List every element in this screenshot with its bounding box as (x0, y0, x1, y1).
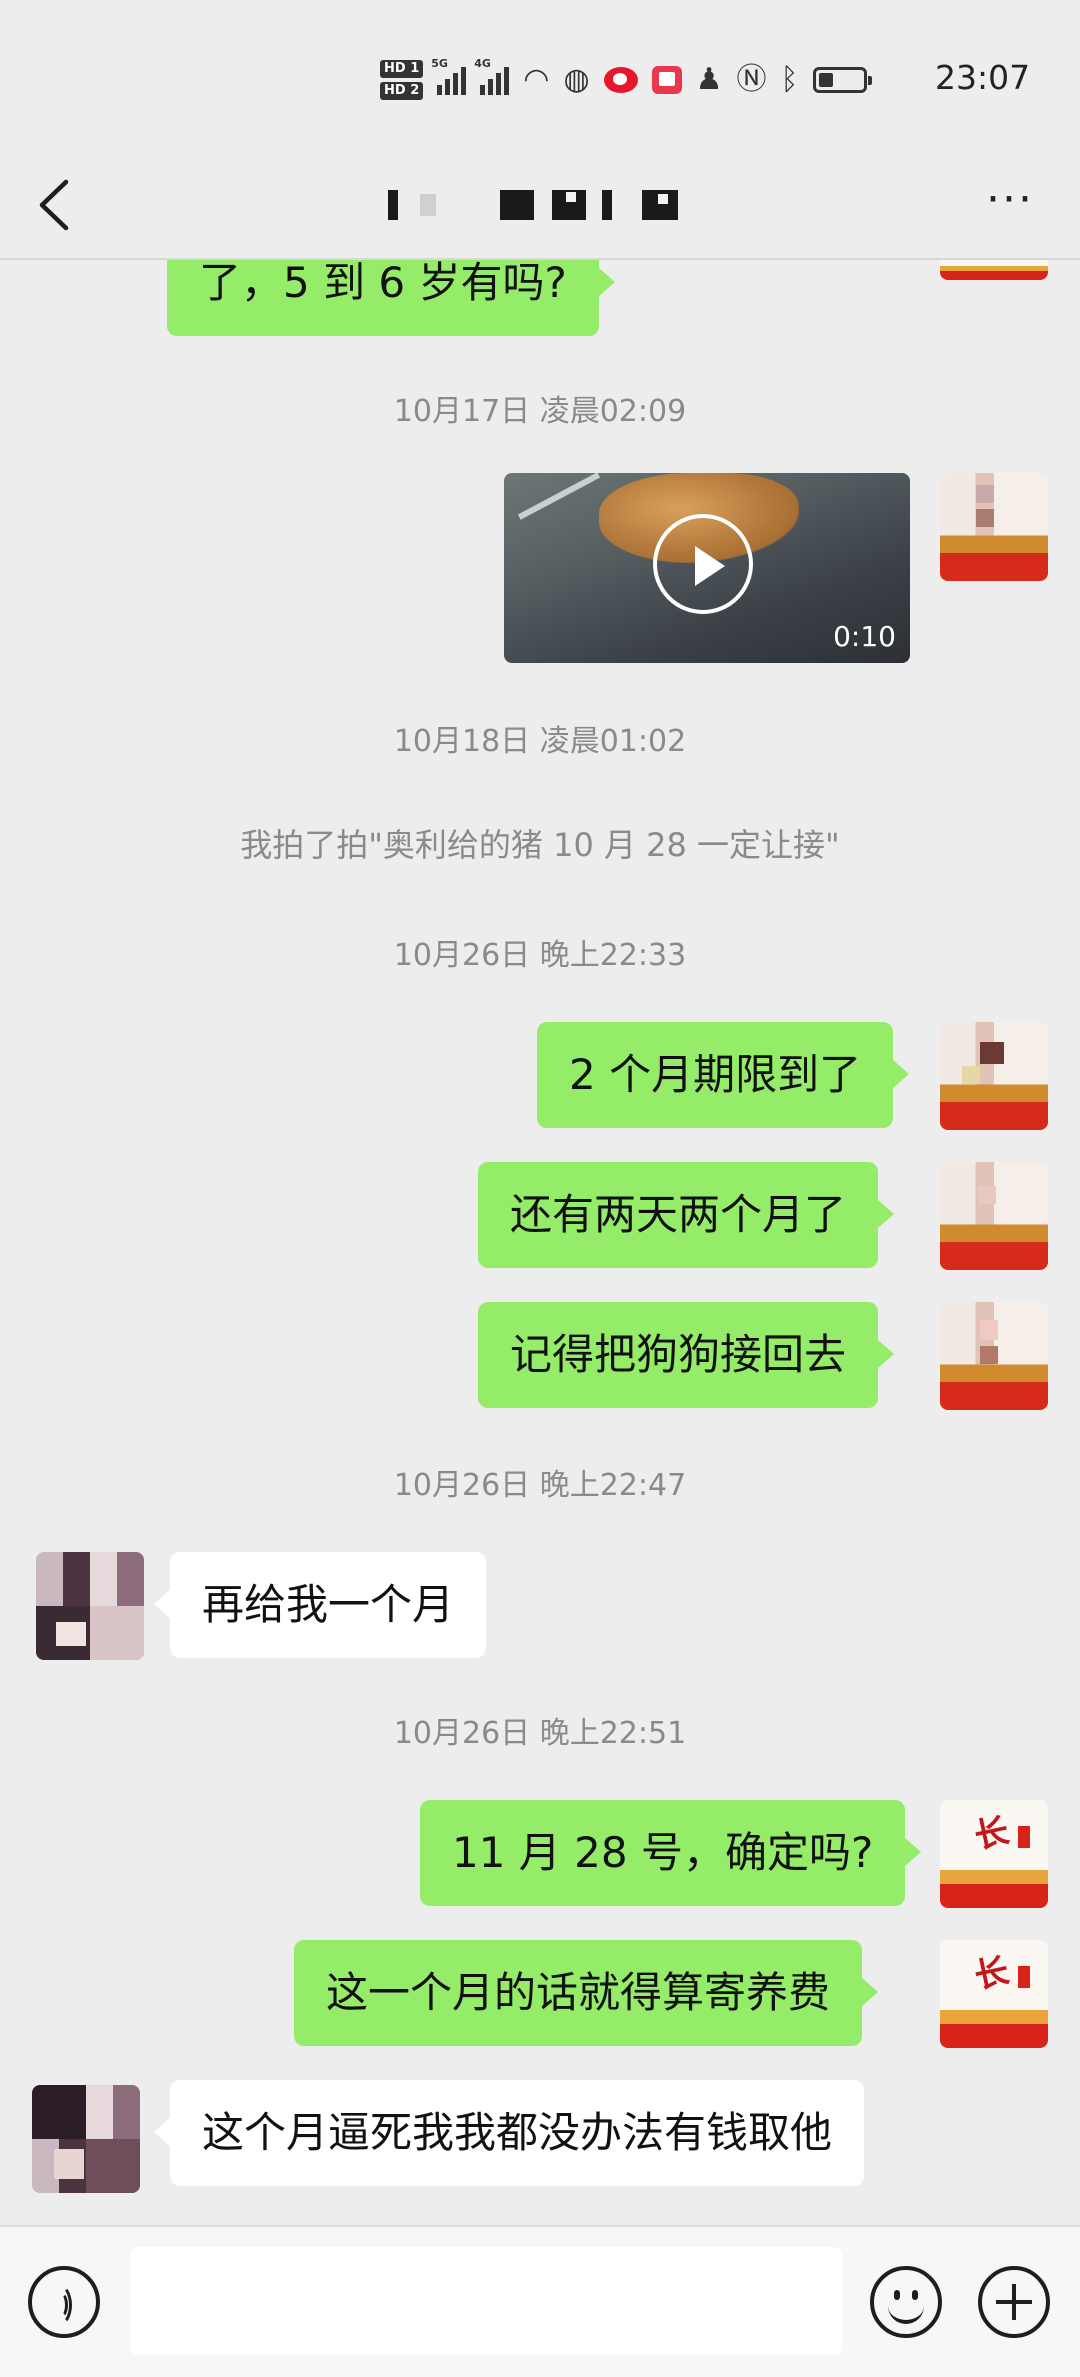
outgoing-message[interactable]: 这一个月的话就得算寄养费 (294, 1940, 879, 2046)
my-avatar[interactable] (940, 473, 1048, 581)
timestamp: 10月26日 晚上22:33 (393, 938, 687, 973)
timestamp: 10月26日 晚上22:47 (393, 1468, 687, 1503)
weibo-icon (603, 67, 638, 93)
reader-icon (651, 66, 682, 94)
my-avatar[interactable] (940, 1302, 1048, 1410)
browser-icon: ◍ (563, 62, 590, 97)
signal-4g-icon: 4G (474, 57, 510, 95)
battery-icon (812, 67, 872, 93)
message-list[interactable]: 了，5 到 6 岁有吗? 10月17日 凌晨02:09 0:10 10月18日 … (0, 260, 1080, 2225)
incoming-message[interactable]: 再给我一个月 (153, 1552, 487, 1658)
qq-icon: ♟ (695, 62, 723, 97)
timestamp: 10月18日 凌晨01:02 (393, 724, 687, 759)
chevron-left-icon (39, 179, 69, 231)
my-avatar[interactable] (940, 1162, 1048, 1270)
status-bar: HD 1 HD 2 5G 4G ◠ ◍ ♟ Ⓝ ᛒ 23:07 (0, 0, 1080, 150)
clock: 23:07 (935, 58, 1031, 97)
hd1-badge: HD 1 (380, 60, 424, 78)
my-avatar[interactable]: 长 (940, 1940, 1048, 2048)
pat-notice: 我拍了拍"奥利给的猪 10 月 28 一定让接" (240, 826, 840, 864)
more-functions-button[interactable] (978, 2266, 1050, 2338)
wifi-icon: ◠ (523, 62, 550, 97)
more-options-button[interactable]: ··· (970, 170, 1050, 240)
status-icons: HD 1 HD 2 5G 4G ◠ ◍ ♟ Ⓝ ᛒ (380, 55, 872, 105)
outgoing-message[interactable]: 还有两天两个月了 (478, 1162, 895, 1268)
my-avatar[interactable] (940, 260, 1048, 280)
outgoing-message[interactable]: 了，5 到 6 岁有吗? (167, 260, 615, 336)
outgoing-message[interactable]: 11 月 28 号，确定吗? (420, 1800, 922, 1906)
ellipsis-icon: ··· (986, 174, 1034, 225)
chat-header: ··· (0, 150, 1080, 260)
video-duration: 0:10 (833, 620, 896, 653)
contact-avatar[interactable] (32, 2085, 140, 2193)
bluetooth-icon: ᛒ (780, 62, 799, 97)
incoming-message[interactable]: 这个月逼死我我都没办法有钱取他 (153, 2080, 865, 2186)
hd2-badge: HD 2 (380, 82, 424, 100)
timestamp: 10月26日 晚上22:51 (393, 1716, 687, 1751)
nfc-icon: Ⓝ (736, 62, 767, 97)
emoji-button[interactable] (870, 2266, 942, 2338)
hd-indicators: HD 1 HD 2 (380, 60, 424, 100)
timestamp: 10月17日 凌晨02:09 (393, 394, 687, 429)
signal-5g-icon: 5G (431, 57, 467, 95)
message-input[interactable] (130, 2247, 842, 2355)
my-avatar[interactable] (940, 1022, 1048, 1130)
emoji-icon (894, 2290, 900, 2300)
contact-name (380, 180, 710, 228)
back-button[interactable] (30, 170, 90, 240)
my-avatar[interactable]: 长 (940, 1800, 1048, 1908)
input-bar (0, 2225, 1080, 2377)
play-icon (653, 514, 753, 614)
voice-button[interactable] (28, 2266, 100, 2338)
outgoing-message[interactable]: 记得把狗狗接回去 (478, 1302, 895, 1408)
video-message[interactable]: 0:10 (504, 473, 910, 663)
outgoing-message[interactable]: 2 个月期限到了 (537, 1022, 910, 1128)
contact-avatar[interactable] (36, 1552, 144, 1660)
